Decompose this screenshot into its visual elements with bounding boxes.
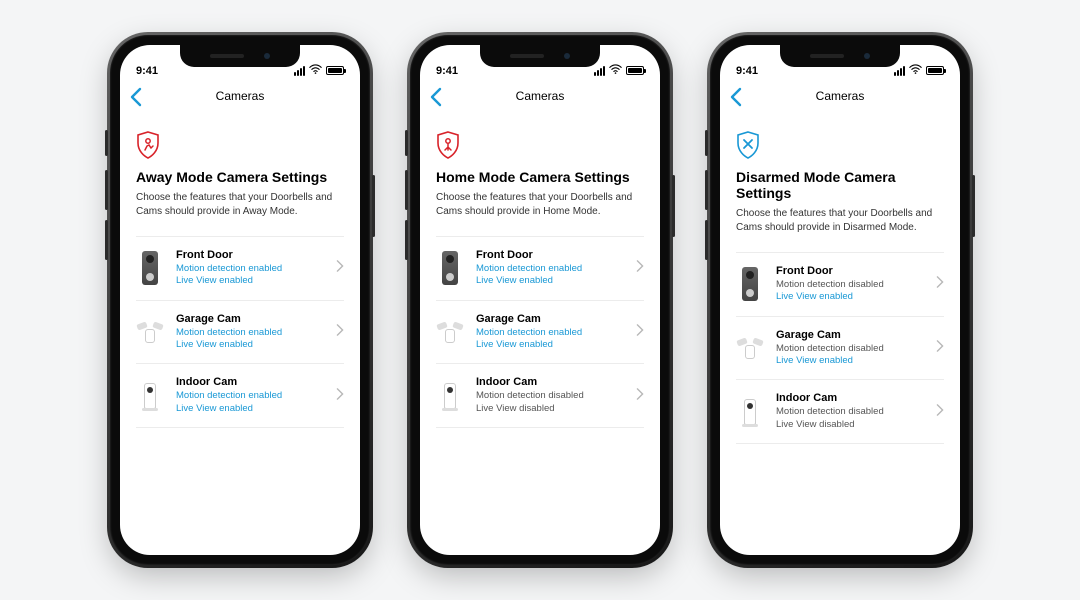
- chevron-right-icon: [936, 339, 944, 357]
- motion-status: Motion detection disabled: [476, 390, 636, 402]
- battery-icon: [326, 66, 344, 75]
- motion-status: Motion detection enabled: [176, 390, 336, 402]
- device-list: Front DoorMotion detection enabledLive V…: [136, 236, 344, 428]
- device-row[interactable]: Front Door Motion detection enabledLive V…: [136, 237, 344, 301]
- device-name: Front Door: [176, 249, 336, 261]
- device-row[interactable]: Front Door Motion detection disabledLive …: [736, 253, 944, 317]
- device-row[interactable]: Indoor Cam Motion detection disabledLive …: [736, 380, 944, 444]
- device-row[interactable]: Indoor Cam Motion detection enabledLive V…: [136, 364, 344, 428]
- device-name: Garage Cam: [776, 329, 936, 341]
- status-time: 9:41: [136, 65, 158, 77]
- page-subtext: Choose the features that your Doorbells …: [136, 191, 344, 218]
- device-thumb-icon: [136, 377, 164, 415]
- device-row[interactable]: Garage Cam Motion detection enabledLive V…: [436, 301, 644, 365]
- motion-status: Motion detection enabled: [476, 327, 636, 339]
- chevron-right-icon: [636, 323, 644, 341]
- motion-status: Motion detection disabled: [776, 406, 936, 418]
- page-title: Disarmed Mode Camera Settings: [736, 169, 944, 201]
- device-name: Front Door: [776, 265, 936, 277]
- nav-bar: Cameras: [420, 79, 660, 113]
- nav-title: Cameras: [516, 89, 565, 103]
- device-name: Indoor Cam: [476, 376, 636, 388]
- nav-title: Cameras: [816, 89, 865, 103]
- content: Disarmed Mode Camera Settings Choose the …: [720, 113, 960, 555]
- battery-icon: [926, 66, 944, 75]
- liveview-status: Live View enabled: [176, 403, 336, 415]
- chevron-right-icon: [636, 259, 644, 277]
- screen: 9:41 Cameras Away Mode Camera Settings Choo…: [120, 45, 360, 555]
- device-thumb-icon: [736, 329, 764, 367]
- nav-title: Cameras: [216, 89, 265, 103]
- device-thumb-icon: [736, 265, 764, 303]
- notch: [180, 45, 300, 67]
- back-button[interactable]: [130, 87, 148, 105]
- device-name: Indoor Cam: [176, 376, 336, 388]
- page-title: Away Mode Camera Settings: [136, 169, 344, 185]
- content: Away Mode Camera Settings Choose the feat…: [120, 113, 360, 555]
- device-row[interactable]: Garage Cam Motion detection enabledLive V…: [136, 301, 344, 365]
- nav-bar: Cameras: [720, 79, 960, 113]
- motion-status: Motion detection disabled: [776, 279, 936, 291]
- battery-icon: [626, 66, 644, 75]
- liveview-status: Live View enabled: [176, 275, 336, 287]
- device-name: Garage Cam: [476, 313, 636, 325]
- device-name: Front Door: [476, 249, 636, 261]
- phone-mockup: 9:41 Cameras Away Mode Camera Settings Choo…: [110, 35, 370, 565]
- page-title: Home Mode Camera Settings: [436, 169, 644, 185]
- mode-shield-icon: [736, 131, 760, 159]
- page-subtext: Choose the features that your Doorbells …: [436, 191, 644, 218]
- liveview-status: Live View enabled: [776, 291, 936, 303]
- notch: [780, 45, 900, 67]
- liveview-status: Live View enabled: [776, 355, 936, 367]
- status-time: 9:41: [736, 65, 758, 77]
- cellular-icon: [294, 66, 305, 76]
- cellular-icon: [894, 66, 905, 76]
- motion-status: Motion detection enabled: [476, 263, 636, 275]
- motion-status: Motion detection disabled: [776, 343, 936, 355]
- back-button[interactable]: [730, 87, 748, 105]
- device-row[interactable]: Indoor Cam Motion detection disabledLive …: [436, 364, 644, 428]
- status-time: 9:41: [436, 65, 458, 77]
- device-name: Garage Cam: [176, 313, 336, 325]
- cellular-icon: [594, 66, 605, 76]
- liveview-status: Live View disabled: [476, 403, 636, 415]
- chevron-right-icon: [336, 387, 344, 405]
- chevron-right-icon: [636, 387, 644, 405]
- mode-shield-icon: [136, 131, 160, 159]
- phone-mockup: 9:41 Cameras Disarmed Mode Camera Settings…: [710, 35, 970, 565]
- device-row[interactable]: Garage Cam Motion detection disabledLive …: [736, 317, 944, 381]
- liveview-status: Live View enabled: [476, 339, 636, 351]
- device-thumb-icon: [736, 393, 764, 431]
- content: Home Mode Camera Settings Choose the feat…: [420, 113, 660, 555]
- wifi-icon: [309, 64, 322, 77]
- device-row[interactable]: Front Door Motion detection enabledLive V…: [436, 237, 644, 301]
- mode-shield-icon: [436, 131, 460, 159]
- liveview-status: Live View disabled: [776, 419, 936, 431]
- device-list: Front DoorMotion detection enabledLive V…: [436, 236, 644, 428]
- device-thumb-icon: [436, 377, 464, 415]
- screen: 9:41 Cameras Home Mode Camera Settings Choo…: [420, 45, 660, 555]
- device-list: Front DoorMotion detection disabledLive …: [736, 252, 944, 444]
- screen: 9:41 Cameras Disarmed Mode Camera Settings…: [720, 45, 960, 555]
- nav-bar: Cameras: [120, 79, 360, 113]
- liveview-status: Live View enabled: [476, 275, 636, 287]
- wifi-icon: [909, 64, 922, 77]
- device-thumb-icon: [136, 313, 164, 351]
- page-subtext: Choose the features that your Doorbells …: [736, 207, 944, 234]
- device-thumb-icon: [436, 249, 464, 287]
- motion-status: Motion detection enabled: [176, 263, 336, 275]
- phone-mockup: 9:41 Cameras Home Mode Camera Settings Choo…: [410, 35, 670, 565]
- device-name: Indoor Cam: [776, 392, 936, 404]
- chevron-right-icon: [336, 259, 344, 277]
- notch: [480, 45, 600, 67]
- device-thumb-icon: [436, 313, 464, 351]
- chevron-right-icon: [936, 275, 944, 293]
- liveview-status: Live View enabled: [176, 339, 336, 351]
- wifi-icon: [609, 64, 622, 77]
- chevron-right-icon: [336, 323, 344, 341]
- chevron-right-icon: [936, 403, 944, 421]
- device-thumb-icon: [136, 249, 164, 287]
- back-button[interactable]: [430, 87, 448, 105]
- motion-status: Motion detection enabled: [176, 327, 336, 339]
